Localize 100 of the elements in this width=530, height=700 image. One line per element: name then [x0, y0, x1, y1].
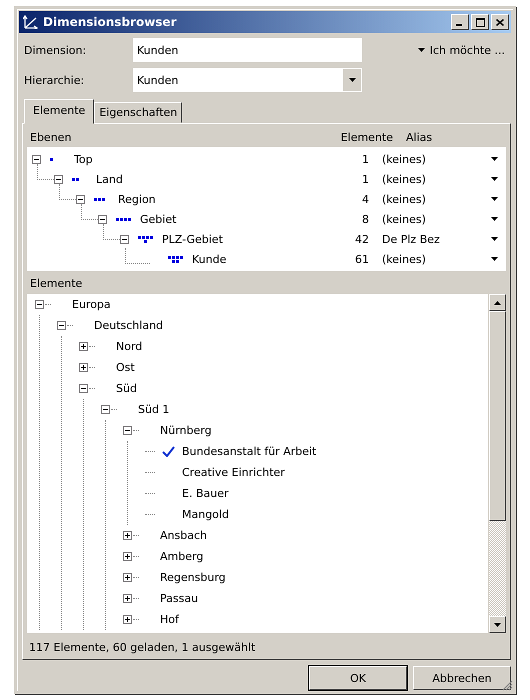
connector-line [111, 409, 117, 410]
dropdown-arrow-icon[interactable] [490, 257, 498, 261]
connector-line [37, 164, 54, 180]
collapse-icon[interactable] [35, 300, 44, 309]
alias-value: De Plz Bez [381, 232, 441, 246]
connector-line [89, 346, 95, 347]
collapse-icon[interactable] [98, 214, 107, 224]
tree-item[interactable]: Bundesanstalt für Arbeit [182, 445, 316, 458]
tree-item[interactable]: Europa [72, 298, 111, 311]
tree-item[interactable]: Nord [116, 340, 142, 353]
alias-value: (keines) [381, 212, 427, 226]
collapse-icon[interactable] [79, 384, 88, 393]
field-label: Dimension: [24, 44, 88, 56]
connector-line [133, 430, 139, 431]
connector-line [145, 472, 155, 473]
expand-icon[interactable] [123, 552, 132, 561]
tab[interactable]: Eigenschaften [94, 102, 182, 123]
connector-line [59, 184, 76, 200]
maximize-button[interactable] [471, 14, 489, 30]
element-count: 4 [361, 192, 369, 206]
collapse-icon[interactable] [76, 194, 85, 204]
tab[interactable]: Elemente [24, 99, 94, 124]
tree-item[interactable]: E. Bauer [182, 487, 228, 500]
tree-item[interactable]: Passau [160, 592, 198, 605]
collapse-icon[interactable] [54, 174, 63, 184]
dropdown-arrow-icon[interactable] [490, 217, 498, 221]
scroll-down-icon [494, 622, 501, 626]
level-name[interactable]: Kunde [188, 252, 226, 266]
connector-line [45, 304, 51, 305]
level-name[interactable]: PLZ-Gebiet [158, 232, 223, 246]
connector-line [103, 224, 120, 240]
tree-item[interactable]: Ost [116, 361, 135, 374]
dropdown-arrow-icon[interactable] [490, 237, 498, 241]
expand-icon[interactable] [123, 531, 132, 540]
dropdown-arrow-icon[interactable] [490, 177, 498, 181]
level-name[interactable]: Region [114, 192, 156, 206]
dialog-button[interactable]: OK [309, 666, 407, 690]
dropdown-arrow-icon[interactable] [490, 197, 498, 201]
collapse-icon[interactable] [101, 405, 110, 414]
scroll-thumb[interactable] [489, 311, 506, 521]
level-icon [138, 236, 153, 242]
element-count: 1 [361, 172, 369, 186]
tree-item[interactable]: Creative Einrichter [182, 466, 285, 479]
tree-item[interactable]: Hof [160, 613, 179, 626]
caret-icon [348, 78, 356, 82]
hierarchy-dropdown[interactable]: Kunden [132, 67, 363, 93]
window-title: Dimensionsbrowser [43, 15, 178, 29]
tree-item[interactable]: Süd [116, 382, 137, 395]
tree-item[interactable]: Ansbach [160, 529, 207, 542]
connector-line [81, 204, 98, 220]
expand-icon[interactable] [123, 573, 132, 582]
connector-line [133, 556, 139, 557]
tree-item[interactable]: Süd 1 [138, 403, 170, 416]
scroll-up-icon [494, 300, 501, 304]
section-label: Elemente [29, 276, 84, 292]
dropdown-arrow-icon[interactable] [490, 157, 498, 161]
action-menu-button[interactable]: Ich möchte ... [416, 37, 507, 63]
connector-line [133, 535, 139, 536]
tree-item[interactable]: Amberg [160, 550, 204, 563]
connector-line [89, 367, 95, 368]
collapse-icon[interactable] [123, 426, 132, 435]
element-count: 1 [361, 152, 369, 166]
tree-item[interactable]: Mangold [182, 508, 229, 521]
level-icon [116, 216, 131, 222]
axes-icon [23, 15, 39, 29]
vertical-scrollbar[interactable] [488, 294, 506, 633]
level-name[interactable]: Gebiet [136, 212, 176, 226]
level-icon [94, 196, 105, 202]
minimize-button[interactable] [451, 14, 469, 30]
element-count: 8 [361, 212, 369, 226]
level-name[interactable]: Top [70, 152, 93, 166]
maximize-icon [476, 18, 484, 26]
connector-line [67, 325, 73, 326]
text-field[interactable]: Kunden [132, 37, 363, 63]
dialog-button[interactable]: Abbrechen [413, 666, 511, 690]
column-header: Ebenen [29, 130, 72, 144]
connector-line [145, 514, 155, 515]
collapse-icon[interactable] [120, 234, 129, 244]
level-icon [50, 156, 53, 162]
expand-icon[interactable] [79, 363, 88, 372]
connector-line [145, 451, 155, 452]
expand-icon[interactable] [123, 594, 132, 603]
tree-item[interactable]: Regensburg [160, 571, 226, 584]
close-icon [496, 18, 504, 26]
level-icon [168, 256, 183, 262]
connector-line [133, 619, 139, 620]
collapse-icon[interactable] [57, 321, 66, 330]
tree-item[interactable]: Deutschland [94, 319, 164, 332]
collapse-icon[interactable] [32, 154, 41, 164]
field-label: Hierarchie: [24, 74, 86, 86]
caret-icon [418, 48, 425, 52]
expand-icon[interactable] [79, 342, 88, 351]
connector-line [145, 493, 155, 494]
column-header: Alias [405, 130, 434, 144]
expand-icon[interactable] [123, 615, 132, 624]
alias-value: (keines) [381, 152, 427, 166]
status-text: 117 Elemente, 60 geladen, 1 ausgewählt [28, 640, 256, 656]
level-name[interactable]: Land [92, 172, 123, 186]
tree-item[interactable]: Nürnberg [160, 424, 212, 437]
close-button[interactable] [491, 14, 509, 30]
